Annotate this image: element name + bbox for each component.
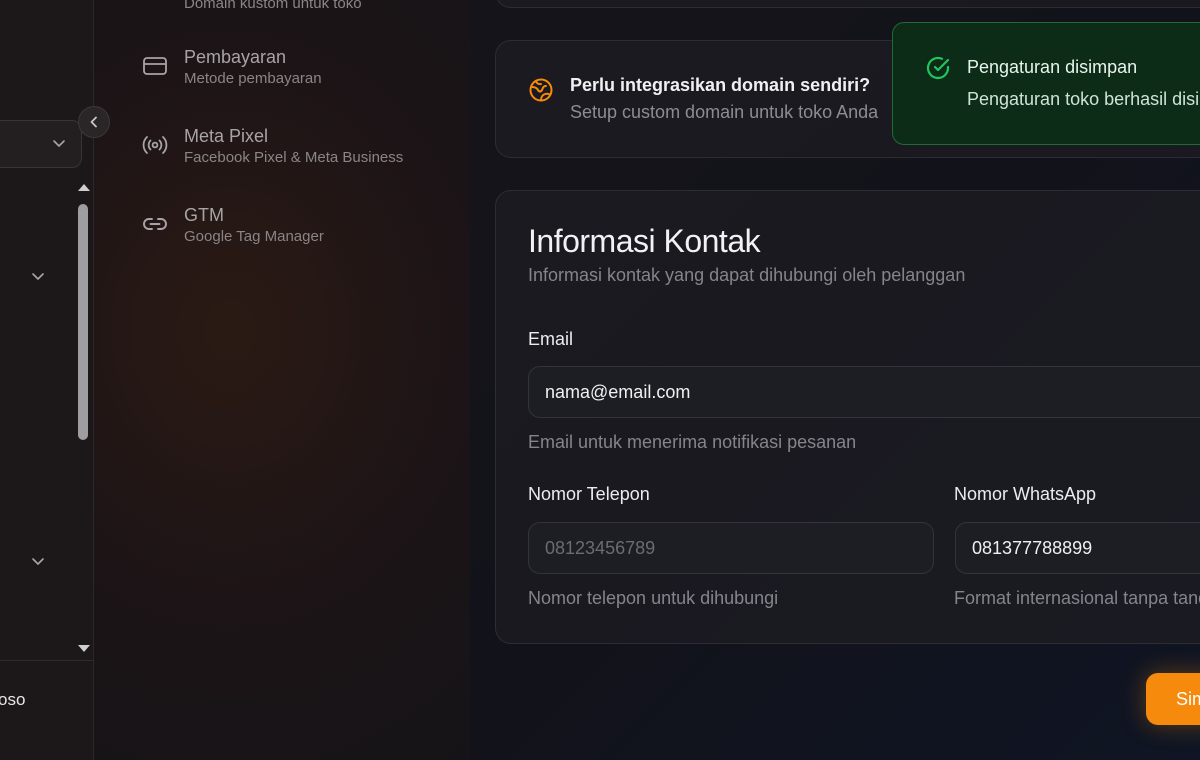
credit-card-icon <box>140 51 170 81</box>
scroll-up-arrow-icon[interactable] <box>78 184 90 191</box>
nav-item-meta-pixel[interactable]: Meta Pixel Facebook Pixel & Meta Busines… <box>140 124 403 168</box>
nav-item-title: Meta Pixel <box>184 126 269 146</box>
save-button[interactable]: Simpan <box>1146 673 1200 725</box>
email-input[interactable] <box>528 366 1200 418</box>
whatsapp-hint: Format internasional tanpa tanda + <box>954 588 1200 608</box>
custom-domain-title: Perlu integrasikan domain sendiri? <box>570 75 871 95</box>
sidebar-store-select[interactable] <box>0 120 82 168</box>
broadcast-icon <box>140 130 170 160</box>
previous-card <box>495 0 1200 8</box>
nav-item-title: GTM <box>184 205 224 225</box>
scroll-down-arrow-icon[interactable] <box>78 645 90 652</box>
phone-hint: Nomor telepon untuk dihubungi <box>528 588 779 608</box>
chevron-down-icon[interactable] <box>30 268 46 284</box>
email-hint: Email untuk menerima notifikasi pesanan <box>528 432 857 452</box>
custom-domain-subtitle: Setup custom domain untuk toko Anda <box>570 102 879 122</box>
phone-label: Nomor Telepon <box>528 484 650 504</box>
nav-item-title: Pembayaran <box>184 47 287 67</box>
section-subtitle: Informasi kontak yang dapat dihubungi ol… <box>528 265 966 285</box>
whatsapp-label: Nomor WhatsApp <box>954 484 1097 504</box>
nav-item-domain-subtitle[interactable]: Domain kustom untuk toko <box>184 0 362 14</box>
nav-item-gtm[interactable]: GTM Google Tag Manager <box>140 203 324 247</box>
save-button-label: Simpan <box>1176 688 1200 709</box>
sidebar-scrollbar[interactable] <box>74 182 92 656</box>
nav-item-subtitle: Facebook Pixel & Meta Business <box>184 149 404 166</box>
chevron-down-icon[interactable] <box>30 553 46 569</box>
phone-input[interactable] <box>528 522 934 574</box>
nav-item-pembayaran[interactable]: Pembayaran Metode pembayaran <box>140 45 322 89</box>
scroll-thumb[interactable] <box>78 204 88 440</box>
contact-info-card: Informasi Kontak Informasi kontak yang d… <box>495 190 1200 644</box>
nav-item-subtitle: Google Tag Manager <box>184 228 324 245</box>
collapse-sidebar-button[interactable] <box>78 106 110 138</box>
section-title: Informasi Kontak <box>528 223 761 259</box>
email-label: Email <box>528 329 574 349</box>
link-icon <box>140 209 170 239</box>
chevron-left-icon <box>90 116 97 128</box>
sidebar-user-name[interactable]: oso <box>0 690 25 710</box>
globe-icon <box>528 77 554 108</box>
sidebar-divider <box>0 660 94 661</box>
chevron-down-icon <box>53 140 65 147</box>
check-circle-icon <box>925 55 951 86</box>
nav-item-subtitle: Metode pembayaran <box>184 70 322 87</box>
toast-message: Pengaturan toko berhasil disimpan <box>967 89 1200 109</box>
success-toast[interactable]: Pengaturan disimpan Pengaturan toko berh… <box>892 22 1200 145</box>
whatsapp-input[interactable] <box>955 522 1200 574</box>
toast-title: Pengaturan disimpan <box>967 57 1138 77</box>
